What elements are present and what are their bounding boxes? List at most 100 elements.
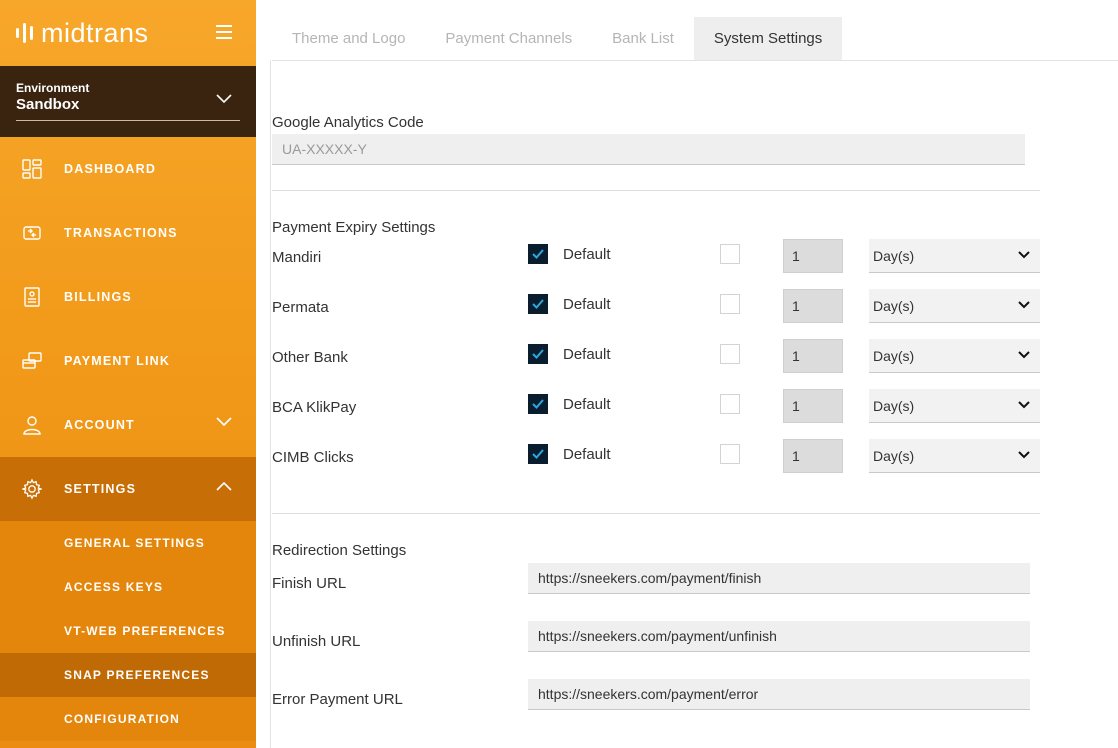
sidebar-item-transactions[interactable]: TRANSACTIONS [0, 201, 256, 265]
custom-expiry-checkbox[interactable] [720, 294, 740, 314]
checkmark-icon [532, 349, 544, 359]
sidebar-item-payment-link[interactable]: PAYMENT LINK [0, 329, 256, 393]
sidebar-item-label: SNAP PREFERENCES [64, 668, 210, 682]
chevron-down-icon [1018, 301, 1030, 309]
sidebar: midtrans Environment Sandbox DASHBOARD T… [0, 0, 256, 748]
expiry-unit-value: Day(s) [873, 397, 915, 414]
default-label: Default [563, 396, 611, 413]
sidebar-item-label: SETTINGS [64, 482, 137, 496]
sidebar-item-settings[interactable]: SETTINGS [0, 457, 256, 521]
sidebar-subitem-configuration[interactable]: CONFIGURATION [0, 697, 256, 741]
section-divider [272, 190, 1040, 191]
chevron-up-icon [216, 481, 232, 491]
sidebar-item-label: ACCOUNT [64, 418, 135, 432]
sidebar-item-label: VT-WEB PREFERENCES [64, 624, 226, 638]
section-divider [272, 513, 1040, 514]
expiry-unit-select[interactable]: Day(s) [869, 389, 1040, 423]
default-checkbox[interactable] [528, 294, 548, 314]
sidebar-item-label: BILLINGS [64, 290, 132, 304]
tab-system-settings[interactable]: System Settings [693, 17, 843, 60]
error-url-label: Error Payment URL [272, 691, 403, 708]
expiry-duration-input[interactable]: 1 [783, 439, 843, 473]
logo-bar: midtrans [0, 0, 256, 66]
default-checkbox[interactable] [528, 394, 548, 414]
sidebar-item-label: CONFIGURATION [64, 712, 181, 726]
sidebar-item-label: GENERAL SETTINGS [64, 536, 205, 550]
chevron-down-icon [1018, 451, 1030, 459]
sidebar-subitem-general-settings[interactable]: GENERAL SETTINGS [0, 521, 256, 565]
custom-expiry-checkbox[interactable] [720, 394, 740, 414]
sidebar-item-label: DASHBOARD [64, 162, 157, 176]
logo-icon [16, 23, 33, 43]
content-border [270, 60, 271, 748]
default-label: Default [563, 346, 611, 363]
tab-bank-list[interactable]: Bank List [592, 17, 694, 60]
default-label: Default [563, 296, 611, 313]
brand-logo-text: midtrans [41, 17, 149, 48]
expiry-duration-input[interactable]: 1 [783, 289, 843, 323]
sidebar-item-account[interactable]: ACCOUNT [0, 393, 256, 457]
sidebar-subitem-snap-preferences[interactable]: SNAP PREFERENCES [0, 653, 256, 697]
tab-payment-channels[interactable]: Payment Channels [425, 17, 592, 60]
checkmark-icon [532, 399, 544, 409]
expiry-unit-value: Day(s) [873, 447, 915, 464]
expiry-unit-value: Day(s) [873, 297, 915, 314]
expiry-duration-input[interactable]: 1 [783, 339, 843, 373]
error-url-input[interactable] [528, 679, 1030, 710]
environment-selector[interactable]: Environment Sandbox [0, 66, 256, 137]
expiry-unit-select[interactable]: Day(s) [869, 439, 1040, 473]
expiry-row-label: BCA KlikPay [272, 399, 357, 416]
expiry-unit-value: Day(s) [873, 247, 915, 264]
unfinish-url-label: Unfinish URL [272, 633, 361, 650]
chevron-down-icon [1018, 251, 1030, 259]
finish-url-input[interactable] [528, 563, 1030, 594]
default-checkbox[interactable] [528, 344, 548, 364]
sidebar-item-label: PAYMENT LINK [64, 354, 171, 368]
expiry-row-label: Permata [272, 299, 329, 316]
main-content: Theme and Logo Payment Channels Bank Lis… [256, 0, 1118, 748]
chevron-down-icon [216, 417, 232, 427]
custom-expiry-checkbox[interactable] [720, 344, 740, 364]
default-checkbox[interactable] [528, 444, 548, 464]
tab-theme-and-logo[interactable]: Theme and Logo [272, 17, 425, 60]
sidebar-subitem-vt-web-preferences[interactable]: VT-WEB PREFERENCES [0, 609, 256, 653]
google-analytics-input[interactable] [272, 134, 1025, 165]
sidebar-item-billings[interactable]: BILLINGS [0, 265, 256, 329]
sidebar-item-label: ACCESS KEYS [64, 580, 164, 594]
default-checkbox[interactable] [528, 244, 548, 264]
settings-tabs: Theme and Logo Payment Channels Bank Lis… [272, 17, 843, 60]
chevron-down-icon [1018, 351, 1030, 359]
google-analytics-title: Google Analytics Code [272, 114, 424, 131]
expiry-duration-input[interactable]: 1 [783, 239, 843, 273]
expiry-row-label: Other Bank [272, 349, 348, 366]
unfinish-url-input[interactable] [528, 621, 1030, 652]
expiry-duration-input[interactable]: 1 [783, 389, 843, 423]
checkmark-icon [532, 449, 544, 459]
redirection-title: Redirection Settings [272, 542, 407, 559]
expiry-unit-select[interactable]: Day(s) [869, 239, 1040, 273]
billing-receipt-icon [22, 287, 42, 307]
expiry-unit-value: Day(s) [873, 347, 915, 364]
user-icon [22, 415, 42, 435]
checkmark-icon [532, 299, 544, 309]
transactions-icon [22, 223, 42, 243]
expiry-row-label: Mandiri [272, 249, 322, 266]
environment-label: Environment [16, 81, 90, 95]
default-label: Default [563, 246, 611, 263]
sidebar-subitem-access-keys[interactable]: ACCESS KEYS [0, 565, 256, 609]
checkmark-icon [532, 249, 544, 259]
custom-expiry-checkbox[interactable] [720, 444, 740, 464]
finish-url-label: Finish URL [272, 575, 347, 592]
expiry-unit-select[interactable]: Day(s) [869, 339, 1040, 373]
payment-link-icon [22, 351, 42, 371]
environment-value: Sandbox [16, 96, 80, 113]
default-label: Default [563, 446, 611, 463]
gear-icon [22, 478, 42, 500]
payment-expiry-title: Payment Expiry Settings [272, 219, 436, 236]
custom-expiry-checkbox[interactable] [720, 244, 740, 264]
sidebar-item-label: TRANSACTIONS [64, 226, 178, 240]
chevron-down-icon [1018, 401, 1030, 409]
expiry-unit-select[interactable]: Day(s) [869, 289, 1040, 323]
hamburger-menu-icon[interactable] [216, 25, 232, 39]
sidebar-item-dashboard[interactable]: DASHBOARD [0, 137, 256, 201]
